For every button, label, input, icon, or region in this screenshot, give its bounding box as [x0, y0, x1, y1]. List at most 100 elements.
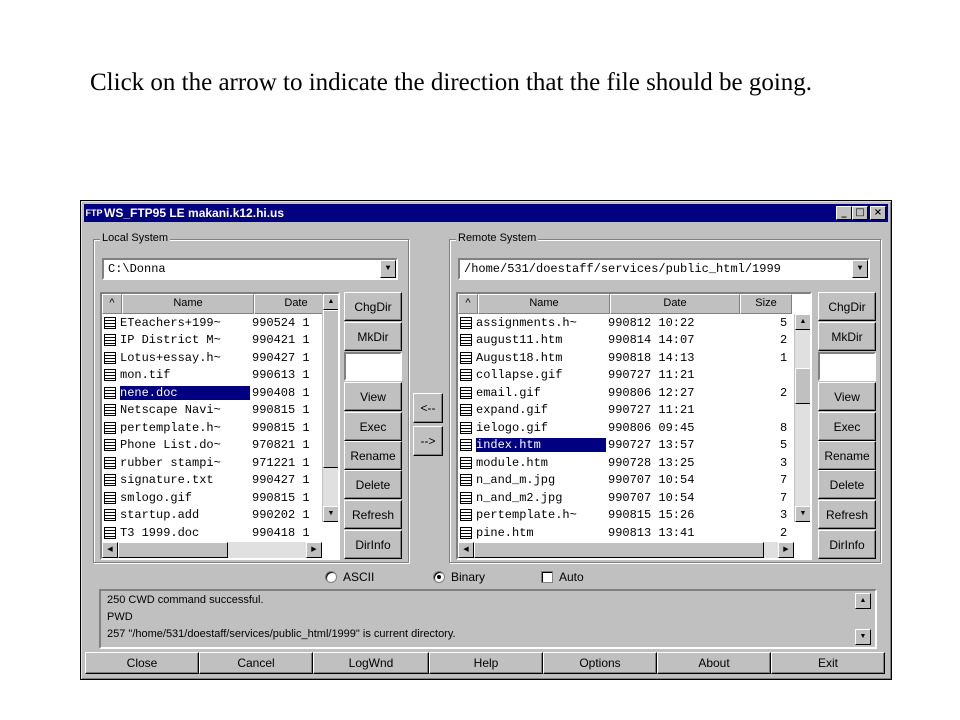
- local-horizontal-scrollbar[interactable]: ◀ ▶: [102, 542, 322, 558]
- remote-file-row[interactable]: n_and_m.jpg 990707 10:54 7: [458, 472, 787, 490]
- remote-refresh-button[interactable]: Refresh: [818, 500, 876, 529]
- remote-date-column-header[interactable]: Date: [610, 294, 740, 314]
- remote-scroll-thumb[interactable]: [795, 368, 810, 404]
- remote-scroll-right-icon[interactable]: ▶: [778, 542, 794, 558]
- remote-file-row[interactable]: pertemplate.h~ 990815 15:26 3: [458, 507, 787, 525]
- remote-exec-button[interactable]: Exec: [818, 412, 876, 441]
- remote-file-row[interactable]: ielogo.gif 990806 09:45 8: [458, 419, 787, 437]
- local-file-row[interactable]: rubber stampi~ 971221 1: [102, 454, 322, 472]
- help-button[interactable]: Help: [429, 652, 543, 674]
- local-vertical-scrollbar[interactable]: ▲ ▼: [322, 294, 338, 522]
- local-path-dropdown-arrow-icon[interactable]: ▼: [380, 260, 396, 278]
- remote-file-row[interactable]: assignments.h~ 990812 10:22 5: [458, 314, 787, 332]
- title-bar[interactable]: FTP WS_FTP95 LE makani.k12.hi.us _ □ ×: [84, 204, 888, 222]
- remote-sort-button[interactable]: ^: [458, 294, 478, 314]
- log-line: 257 "/home/531/doestaff/services/public_…: [107, 628, 456, 640]
- local-scroll-thumb[interactable]: [323, 310, 338, 468]
- file-date: 970821 1: [252, 438, 310, 453]
- remote-file-row[interactable]: index.htm 990727 13:57 5: [458, 437, 787, 455]
- file-name: module.htm: [476, 455, 549, 470]
- remote-path-combo[interactable]: /home/531/doestaff/services/public_html/…: [458, 258, 870, 280]
- ascii-radio[interactable]: [325, 571, 337, 583]
- local-file-row[interactable]: signature.txt 990427 1: [102, 472, 322, 490]
- local-sort-button[interactable]: ^: [102, 294, 122, 314]
- local-file-row[interactable]: Netscape Navi~ 990815 1: [102, 402, 322, 420]
- local-mkdir-button[interactable]: MkDir: [344, 322, 402, 351]
- remote-delete-button[interactable]: Delete: [818, 470, 876, 499]
- exit-button[interactable]: Exit: [771, 652, 885, 674]
- remote-hscroll-thumb[interactable]: [474, 542, 764, 558]
- remote-rename-button[interactable]: Rename: [818, 441, 876, 470]
- ascii-option[interactable]: ASCII: [325, 570, 374, 584]
- remote-size-column-header[interactable]: Size: [740, 294, 792, 314]
- local-scroll-left-icon[interactable]: ◀: [102, 542, 118, 558]
- remote-mkdir-button[interactable]: MkDir: [818, 322, 876, 351]
- file-name: n_and_m2.jpg: [476, 490, 563, 505]
- local-file-list[interactable]: ^ Name Date ETeachers+199~ 990524 1 IP Dis…: [100, 292, 340, 560]
- transfer-to-local-button[interactable]: <--: [413, 393, 443, 423]
- local-refresh-button[interactable]: Refresh: [344, 500, 402, 529]
- remote-dirinfo-button[interactable]: DirInfo: [818, 530, 876, 559]
- remote-file-row[interactable]: pine.htm 990813 13:41 2: [458, 524, 787, 542]
- remote-scroll-up-icon[interactable]: ▲: [795, 314, 810, 330]
- minimize-button[interactable]: _: [836, 206, 852, 220]
- options-button[interactable]: Options: [543, 652, 657, 674]
- remote-vertical-scrollbar[interactable]: ▲ ▼: [794, 314, 810, 522]
- local-dirinfo-button[interactable]: DirInfo: [344, 530, 402, 559]
- remote-scroll-down-icon[interactable]: ▼: [795, 506, 810, 522]
- remote-scroll-left-icon[interactable]: ◀: [458, 542, 474, 558]
- local-file-row[interactable]: Phone List.do~ 970821 1: [102, 437, 322, 455]
- binary-option[interactable]: Binary: [433, 570, 485, 584]
- transfer-to-remote-button[interactable]: -->: [413, 426, 443, 456]
- local-input-box[interactable]: [344, 352, 402, 381]
- remote-input-box[interactable]: [818, 352, 876, 381]
- remote-path-dropdown-arrow-icon[interactable]: ▼: [852, 260, 868, 278]
- local-rename-button[interactable]: Rename: [344, 441, 402, 470]
- log-scroll-down-icon[interactable]: ▼: [855, 629, 871, 645]
- local-name-column-header[interactable]: Name: [122, 294, 254, 314]
- local-file-row[interactable]: pertemplate.h~ 990815 1: [102, 419, 322, 437]
- file-name: nene.doc: [120, 385, 250, 400]
- local-view-button[interactable]: View: [344, 382, 402, 411]
- remote-file-row[interactable]: expand.gif 990727 11:21: [458, 402, 787, 420]
- remote-file-list[interactable]: ^ Name Date Size assignments.h~ 990812 10…: [456, 292, 812, 560]
- auto-checkbox[interactable]: [541, 571, 553, 583]
- remote-file-row[interactable]: collapse.gif 990727 11:21: [458, 367, 787, 385]
- file-date: 990408 1: [252, 385, 310, 400]
- binary-radio[interactable]: [433, 571, 445, 583]
- logwnd-button[interactable]: LogWnd: [313, 652, 429, 674]
- local-file-row[interactable]: nene.doc 990408 1: [102, 384, 322, 402]
- local-path-combo[interactable]: C:\Donna ▼: [102, 258, 398, 280]
- local-file-row[interactable]: IP District M~ 990421 1: [102, 332, 322, 350]
- local-delete-button[interactable]: Delete: [344, 470, 402, 499]
- local-file-row[interactable]: smlogo.gif 990815 1: [102, 489, 322, 507]
- local-hscroll-thumb[interactable]: [118, 542, 228, 558]
- local-file-row[interactable]: Lotus+essay.h~ 990427 1: [102, 349, 322, 367]
- auto-option[interactable]: Auto: [541, 570, 584, 584]
- message-log[interactable]: 250 CWD command successful. PWD 257 "/ho…: [99, 589, 877, 649]
- local-file-row[interactable]: startup.add 990202 1: [102, 507, 322, 525]
- local-scroll-right-icon[interactable]: ▶: [306, 542, 322, 558]
- maximize-button[interactable]: □: [852, 206, 868, 220]
- remote-file-row[interactable]: email.gif 990806 12:27 2: [458, 384, 787, 402]
- local-chgdir-button[interactable]: ChgDir: [344, 292, 402, 321]
- local-file-row[interactable]: mon.tif 990613 1: [102, 367, 322, 385]
- remote-file-row[interactable]: august11.htm 990814 14:07 2: [458, 332, 787, 350]
- remote-view-button[interactable]: View: [818, 382, 876, 411]
- remote-file-row[interactable]: module.htm 990728 13:25 3: [458, 454, 787, 472]
- local-scroll-up-icon[interactable]: ▲: [323, 294, 338, 310]
- remote-file-row[interactable]: August18.htm 990818 14:13 1: [458, 349, 787, 367]
- remote-file-row[interactable]: n_and_m2.jpg 990707 10:54 7: [458, 489, 787, 507]
- local-file-row[interactable]: ETeachers+199~ 990524 1: [102, 314, 322, 332]
- remote-horizontal-scrollbar[interactable]: ◀ ▶: [458, 542, 794, 558]
- close-button[interactable]: Close: [85, 652, 199, 674]
- local-scroll-down-icon[interactable]: ▼: [323, 506, 338, 522]
- about-button[interactable]: About: [657, 652, 771, 674]
- remote-chgdir-button[interactable]: ChgDir: [818, 292, 876, 321]
- log-scroll-up-icon[interactable]: ▲: [855, 593, 871, 609]
- local-exec-button[interactable]: Exec: [344, 412, 402, 441]
- local-file-row[interactable]: T3 1999.doc 990418 1: [102, 524, 322, 542]
- close-window-button[interactable]: ×: [870, 206, 886, 220]
- cancel-button[interactable]: Cancel: [199, 652, 313, 674]
- remote-name-column-header[interactable]: Name: [478, 294, 610, 314]
